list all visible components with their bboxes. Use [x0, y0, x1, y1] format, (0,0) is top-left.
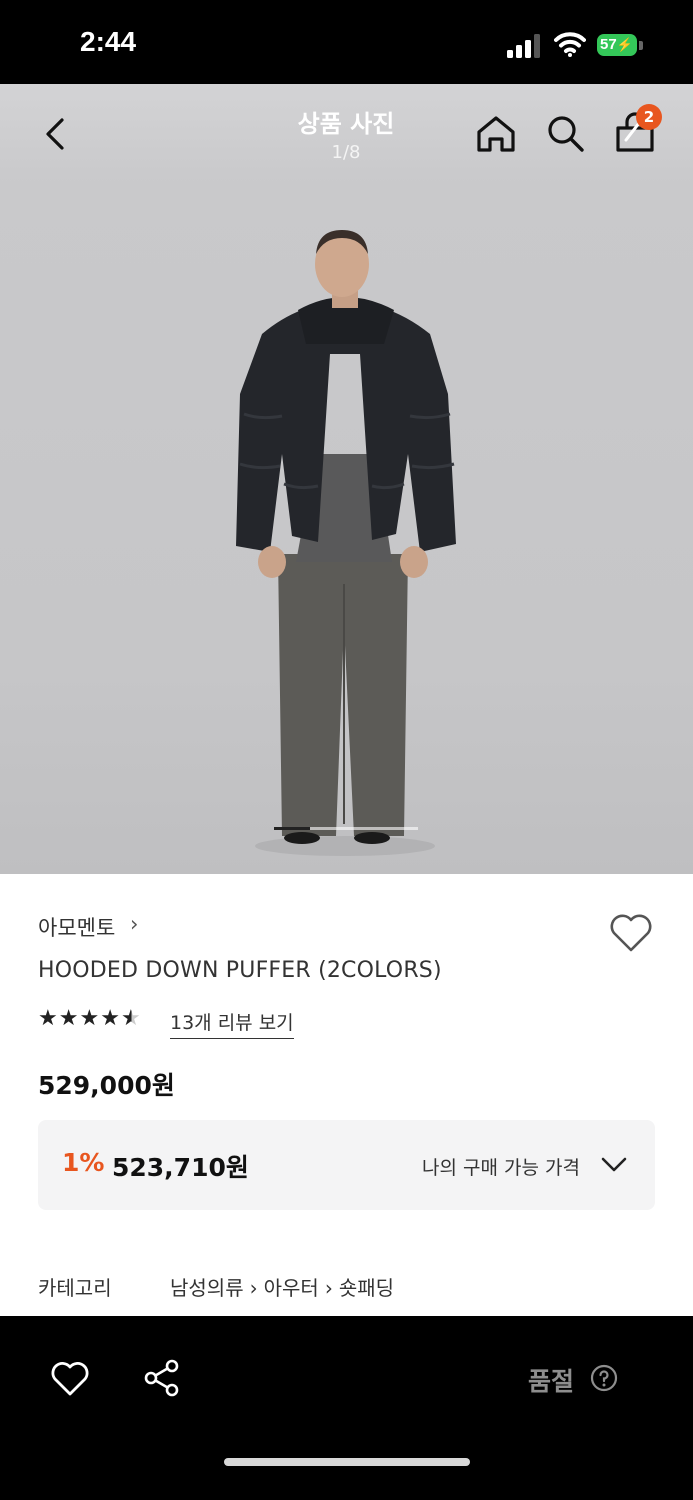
discount-price: 523,710원	[112, 1153, 249, 1182]
category-label: 카테고리	[38, 1276, 112, 1300]
photo-viewer-header: 상품 사진 1/8 2	[0, 84, 693, 184]
battery-level: 57	[600, 36, 617, 53]
page-title: 상품 사진	[297, 110, 395, 138]
breadcrumb-item[interactable]: 아우터	[264, 1276, 319, 1300]
help-circle-icon[interactable]	[590, 1364, 618, 1392]
bottom-action-bar: 품절	[0, 1316, 693, 1500]
product-price: 529,000원	[38, 1071, 175, 1100]
discount-rate: 1%	[62, 1148, 105, 1177]
photo-counter: 1/8	[331, 142, 361, 163]
status-bar: 2:44 57⚡	[0, 0, 693, 84]
wifi-icon	[554, 32, 586, 57]
battery-icon: 57⚡	[597, 34, 643, 58]
chevron-right-icon: ›	[249, 1276, 258, 1300]
category-breadcrumb: 남성의류 › 아우터 › 숏패딩	[170, 1272, 394, 1301]
chevron-right-icon: ›	[130, 912, 139, 936]
breadcrumb-item[interactable]: 남성의류	[170, 1276, 244, 1300]
search-icon[interactable]	[544, 112, 586, 154]
breadcrumb-item[interactable]: 숏패딩	[339, 1276, 394, 1300]
wishlist-heart-icon[interactable]	[608, 912, 654, 954]
cart-count-badge: 2	[636, 104, 662, 130]
home-indicator[interactable]	[224, 1458, 470, 1466]
rating-stars-icon: ★★★★★	[38, 1006, 142, 1031]
carousel-indicator-active	[274, 827, 310, 830]
chevron-right-icon: ›	[324, 1276, 333, 1300]
review-link[interactable]: 13개 리뷰 보기	[170, 1008, 294, 1039]
brand-link[interactable]: 아모멘토	[38, 912, 115, 942]
product-photo[interactable]	[0, 184, 693, 874]
model-photo	[236, 230, 456, 856]
my-price-box[interactable]: 1% 523,710원 나의 구매 가능 가격	[38, 1120, 655, 1210]
status-time: 2:44	[80, 26, 137, 57]
chevron-down-icon	[601, 1157, 627, 1172]
share-icon[interactable]	[142, 1358, 182, 1398]
signal-icon	[507, 34, 540, 58]
product-info: 아모멘토 › HOODED DOWN PUFFER (2COLORS) ★★★★…	[0, 874, 693, 1316]
soldout-label: 품절	[528, 1367, 575, 1396]
home-icon[interactable]	[474, 112, 518, 156]
back-arrow-icon[interactable]	[36, 114, 76, 154]
carousel-indicator	[274, 827, 418, 830]
my-price-label: 나의 구매 가능 가격	[422, 1157, 580, 1179]
like-heart-icon[interactable]	[50, 1360, 90, 1398]
product-name: HOODED DOWN PUFFER (2COLORS)	[38, 958, 442, 983]
